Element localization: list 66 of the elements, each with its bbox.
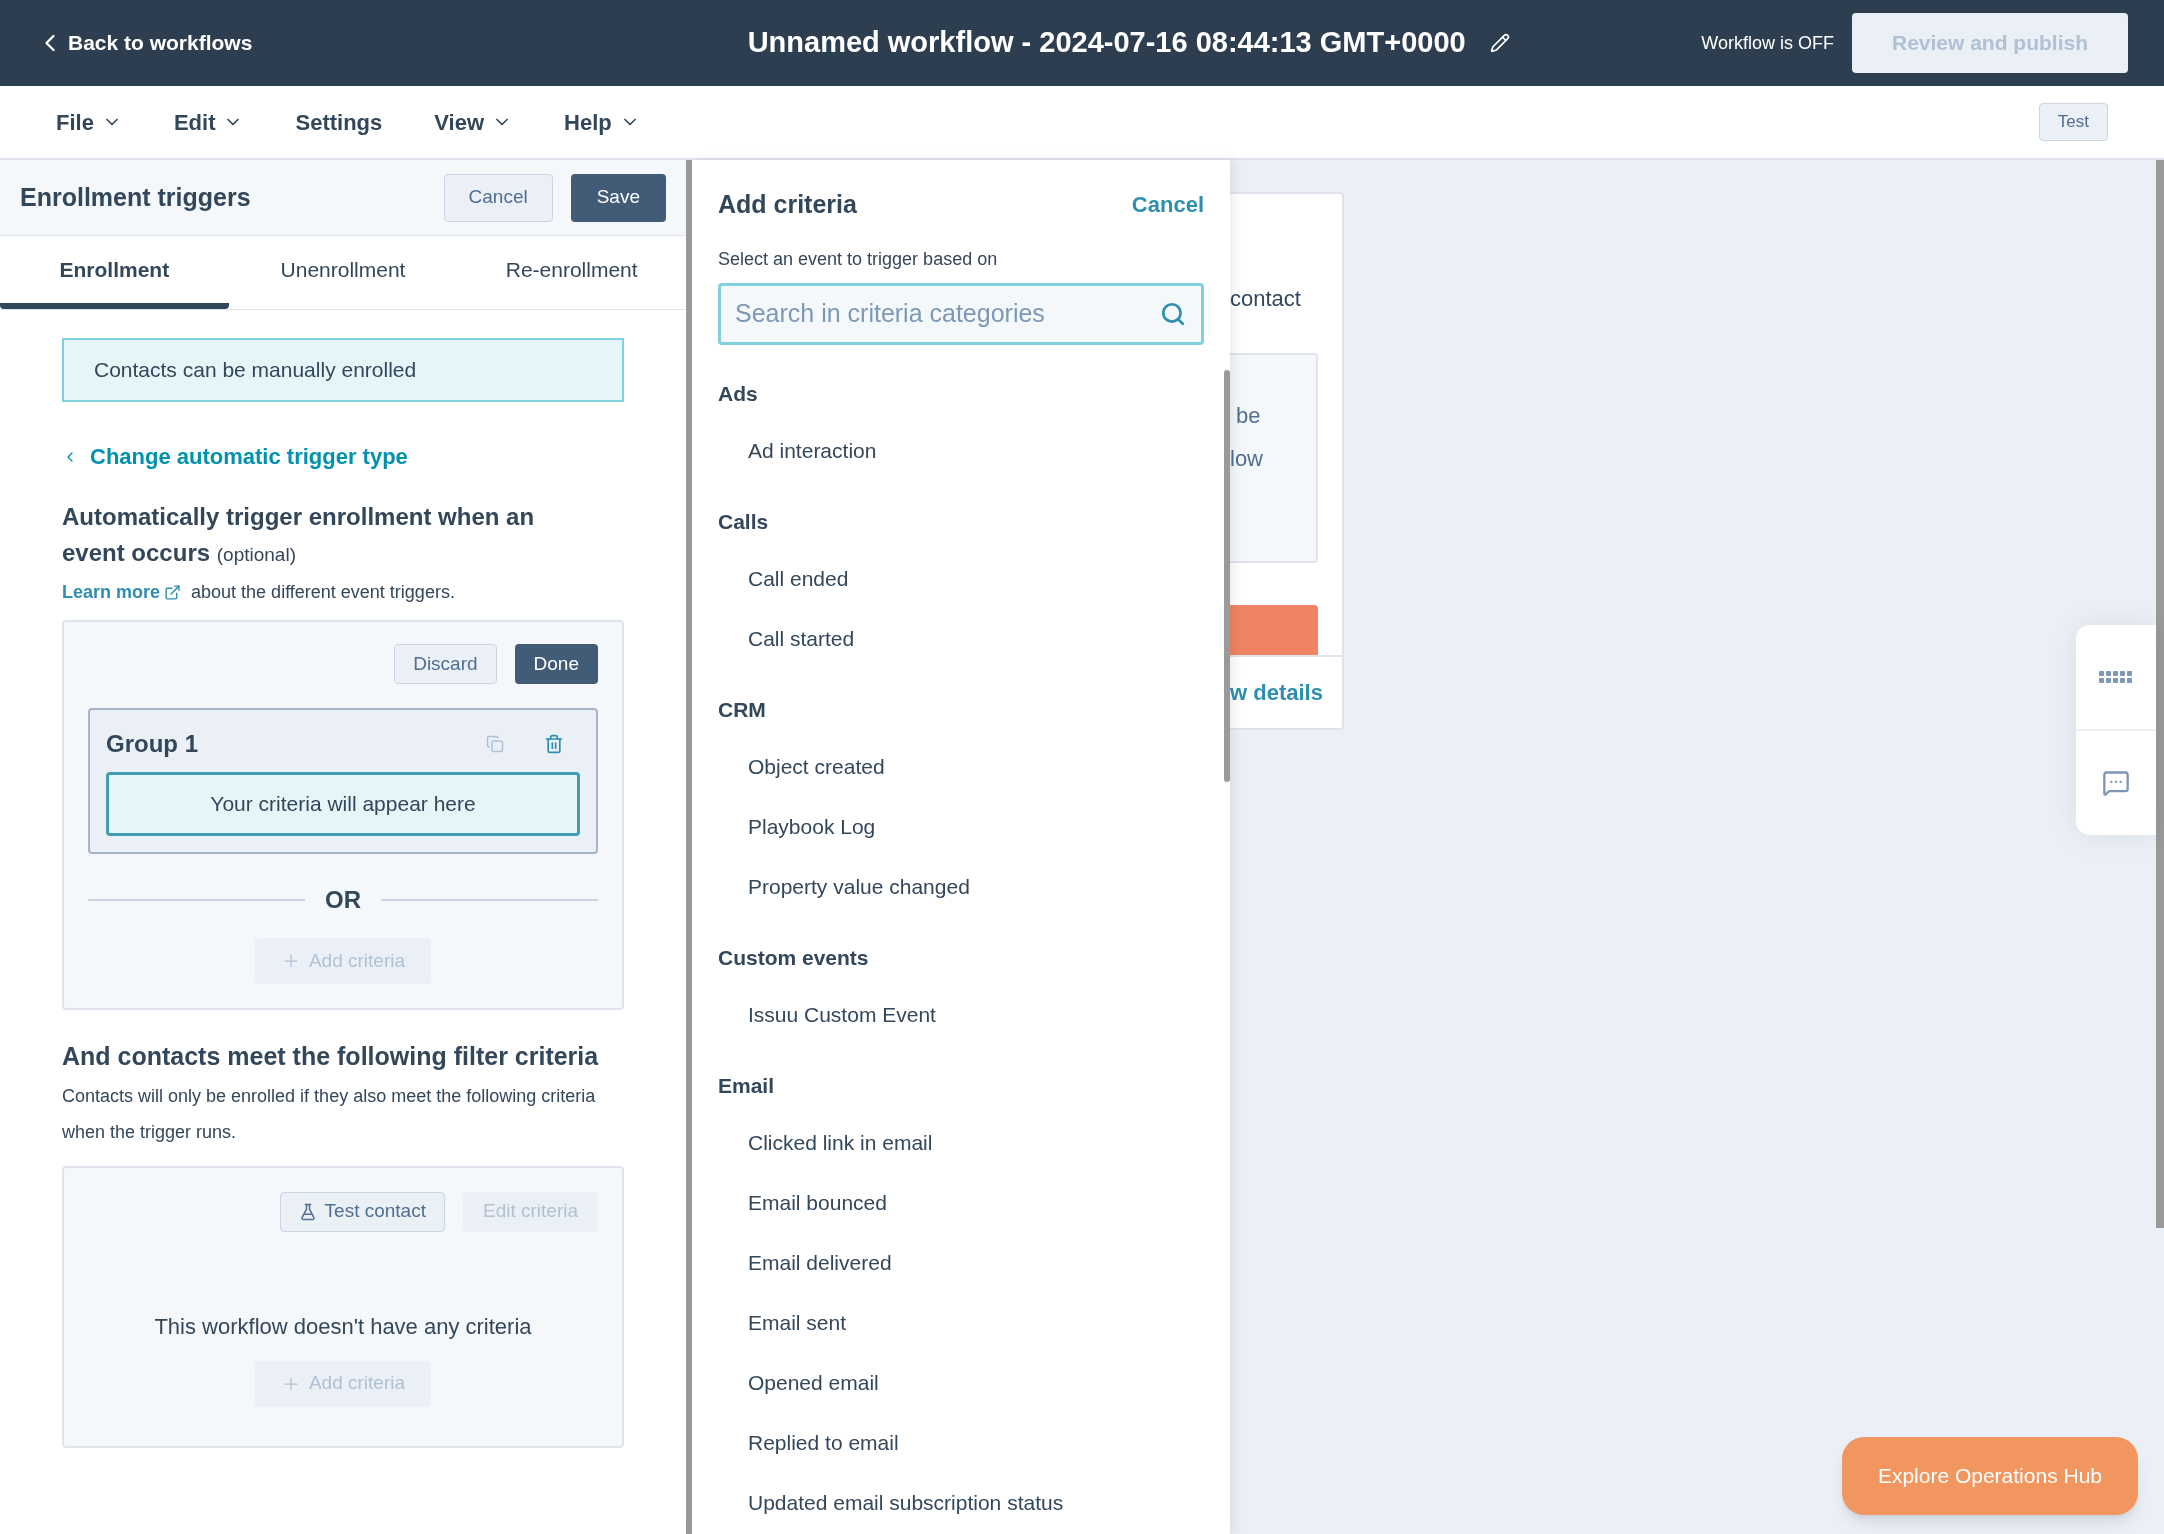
criteria-option[interactable]: Opened email xyxy=(718,1352,1204,1413)
or-separator: OR xyxy=(325,885,361,915)
test-contact-button[interactable]: Test contact xyxy=(279,1191,445,1232)
done-button[interactable]: Done xyxy=(514,644,598,684)
filter-heading: And contacts meet the following filter criteria xyxy=(62,1041,600,1072)
menu-item[interactable]: Settings xyxy=(295,105,383,139)
test-button[interactable]: Test xyxy=(2038,103,2108,141)
criteria-input-area[interactable]: Your criteria will appear here xyxy=(106,772,580,836)
menu-item[interactable]: Edit xyxy=(173,105,244,139)
category-heading: CRM xyxy=(718,696,767,723)
criteria-option[interactable]: Email delivered xyxy=(718,1232,1204,1293)
learn-more-text: about the different event triggers. xyxy=(191,581,455,604)
cancel-button[interactable]: Cancel xyxy=(443,173,553,222)
group-title: Group 1 xyxy=(106,729,199,759)
category-heading: Email xyxy=(718,1072,776,1099)
card-text: contact xyxy=(1230,285,1302,313)
trash-icon[interactable] xyxy=(544,734,564,754)
criteria-option[interactable]: Issuu Custom Event xyxy=(718,984,1204,1045)
manual-enroll-notice: Contacts can be manually enrolled xyxy=(62,338,624,402)
menu-item[interactable]: File xyxy=(56,105,122,139)
flask-icon xyxy=(298,1202,317,1221)
tab[interactable]: Enrollment xyxy=(0,236,229,309)
criteria-option[interactable]: Clicked link in email xyxy=(718,1112,1204,1173)
discard-button[interactable]: Discard xyxy=(394,644,497,684)
empty-criteria-message: This workflow doesn't have any criteria xyxy=(153,1312,533,1341)
cancel-link[interactable]: Cancel xyxy=(1131,188,1204,222)
scrollbar[interactable] xyxy=(1224,370,1230,782)
criteria-option[interactable]: Ad interaction xyxy=(718,420,1204,481)
pencil-icon[interactable] xyxy=(1489,33,1510,53)
tab[interactable]: Unenrollment xyxy=(228,236,458,309)
tab[interactable]: Re-enrollment xyxy=(457,236,686,309)
card-text: be xyxy=(1235,402,1262,430)
scrollbar[interactable] xyxy=(2156,160,2164,1228)
copy-icon[interactable] xyxy=(486,735,504,753)
window-title: Unnamed workflow - 2024-07-16 08:44:13 GMT+0000 xyxy=(747,25,1466,61)
criteria-option[interactable]: Email sent xyxy=(718,1292,1204,1353)
criteria-option[interactable]: Call ended xyxy=(718,548,1204,609)
criteria-option[interactable]: Updated email subscription status xyxy=(718,1472,1204,1533)
criteria-option[interactable]: Replied to email xyxy=(718,1412,1204,1473)
menu-item[interactable]: Help xyxy=(564,105,640,139)
chat-icon[interactable] xyxy=(2102,769,2130,797)
criteria-option[interactable]: Call started xyxy=(718,608,1204,669)
category-heading: Custom events xyxy=(718,944,870,971)
category-heading: Ads xyxy=(718,380,759,407)
card-details-link[interactable]: w details xyxy=(1230,676,1323,709)
panel-title: Enrollment triggers xyxy=(20,181,252,213)
save-button[interactable]: Save xyxy=(570,173,666,222)
panel-title: Add criteria xyxy=(718,189,858,220)
search-label: Select an event to trigger based on xyxy=(718,247,999,271)
criteria-option[interactable]: Object created xyxy=(718,736,1204,797)
filter-description: Contacts will only be enrolled if they also meet the following criteria when the trigger runs. xyxy=(62,1084,597,1144)
search-field[interactable]: Search in criteria categories xyxy=(718,282,1204,345)
criteria-option[interactable]: Playbook Log xyxy=(718,796,1204,857)
external-link-icon xyxy=(164,584,182,601)
card-text: low xyxy=(1230,445,1264,473)
search-icon xyxy=(1160,300,1186,327)
learn-more-link[interactable]: Learn more xyxy=(62,579,161,606)
event-heading: Automatically trigger enrollment when an event occurs (optional) xyxy=(62,502,536,568)
back-link[interactable]: Back to workflows xyxy=(36,27,676,59)
criteria-option[interactable]: Property value changed xyxy=(718,856,1204,917)
change-trigger-link[interactable]: Change automatic trigger type xyxy=(62,440,624,473)
category-heading: Calls xyxy=(718,508,770,535)
criteria-option[interactable]: Email bounced xyxy=(718,1172,1204,1233)
grid-dots-icon[interactable] xyxy=(2099,671,2133,683)
menu-item[interactable]: View xyxy=(434,105,512,139)
workflow-status: Workflow is OFF xyxy=(1701,31,1834,55)
